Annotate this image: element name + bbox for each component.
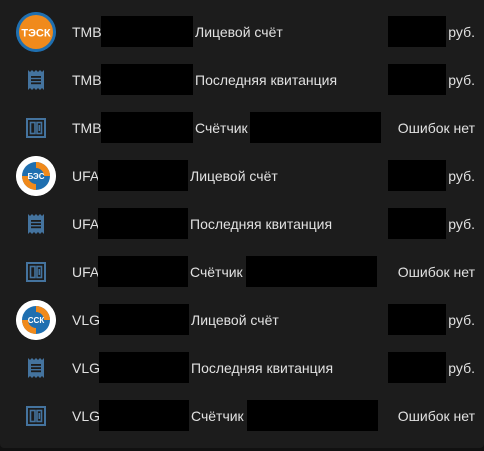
entity-state: руб. bbox=[448, 168, 475, 184]
entity-label: Счётчик bbox=[191, 408, 244, 424]
ssk-logo-icon: ССК bbox=[16, 300, 56, 340]
entity-state: Ошибок нет bbox=[397, 120, 475, 136]
redacted-value bbox=[388, 160, 446, 191]
entity-label: Счётчик bbox=[195, 120, 248, 136]
entity-row-tmb-meter[interactable]: TMB Счётчик Ошибок нет bbox=[0, 104, 484, 152]
entity-row-vlg-receipt[interactable]: VLG Последняя квитанция руб. bbox=[0, 344, 484, 392]
entity-label: Лицевой счёт bbox=[190, 168, 278, 184]
entity-row-ufa-meter[interactable]: UFA Счётчик Ошибок нет bbox=[0, 248, 484, 296]
entity-label: Последняя квитанция bbox=[195, 72, 338, 88]
tesk-logo-icon: ТЭСК bbox=[16, 12, 56, 52]
entity-row-tmb-account[interactable]: ТЭСК TMB Лицевой счёт руб. bbox=[0, 8, 484, 56]
ssk-logo-text: ССК bbox=[28, 316, 45, 325]
entity-prefix: VLG bbox=[72, 312, 101, 328]
redacted-block bbox=[101, 112, 193, 143]
tesk-logo-text: ТЭСК bbox=[21, 28, 50, 40]
redacted-block bbox=[99, 304, 189, 335]
receipt-icon bbox=[16, 204, 56, 244]
receipt-icon bbox=[16, 348, 56, 388]
entity-prefix: UFA bbox=[72, 264, 100, 280]
entity-prefix: TMB bbox=[72, 72, 102, 88]
entity-state: Ошибок нет bbox=[397, 408, 475, 424]
redacted-block bbox=[99, 400, 189, 431]
receipt-icon bbox=[16, 60, 56, 100]
entity-row-ufa-receipt[interactable]: UFA Последняя квитанция руб. bbox=[0, 200, 484, 248]
entity-state: руб. bbox=[448, 312, 475, 328]
meter-icon bbox=[16, 396, 56, 436]
redacted-value bbox=[388, 64, 446, 95]
redacted-block bbox=[98, 160, 188, 191]
entity-prefix: UFA bbox=[72, 168, 100, 184]
redacted-value bbox=[250, 112, 381, 143]
entity-state: руб. bbox=[448, 216, 475, 232]
entity-label: Лицевой счёт bbox=[195, 24, 283, 40]
entity-state: руб. bbox=[448, 360, 475, 376]
redacted-value bbox=[388, 208, 446, 239]
meter-icon bbox=[16, 108, 56, 148]
entity-prefix: TMB bbox=[72, 120, 102, 136]
entity-prefix: TMB bbox=[72, 24, 102, 40]
redacted-block bbox=[98, 256, 188, 287]
entity-prefix: UFA bbox=[72, 216, 100, 232]
entity-row-vlg-meter[interactable]: VLG Счётчик Ошибок нет bbox=[0, 392, 484, 440]
entity-prefix: VLG bbox=[72, 360, 101, 376]
redacted-block bbox=[101, 16, 193, 47]
entity-row-vlg-account[interactable]: ССК VLG Лицевой счёт руб. bbox=[0, 296, 484, 344]
entity-label: Последняя квитанция bbox=[190, 216, 333, 232]
redacted-value bbox=[388, 16, 446, 47]
redacted-block bbox=[101, 64, 193, 95]
redacted-value bbox=[388, 304, 446, 335]
entity-row-tmb-receipt[interactable]: TMB Последняя квитанция руб. bbox=[0, 56, 484, 104]
entity-state: руб. bbox=[448, 72, 475, 88]
entity-state: руб. bbox=[448, 24, 475, 40]
redacted-value bbox=[388, 352, 446, 383]
redacted-value bbox=[247, 400, 378, 431]
bes-logo-text: БЭС bbox=[27, 172, 44, 181]
entities-card: ТЭСК TMB Лицевой счёт руб. TMB Последняя… bbox=[0, 0, 484, 448]
meter-icon bbox=[16, 252, 56, 292]
entity-label: Счётчик bbox=[190, 264, 243, 280]
entity-prefix: VLG bbox=[72, 408, 101, 424]
entity-state: Ошибок нет bbox=[397, 264, 475, 280]
entity-label: Последняя квитанция bbox=[191, 360, 334, 376]
bes-logo-icon: БЭС bbox=[16, 156, 56, 196]
entity-row-ufa-account[interactable]: БЭС UFA Лицевой счёт руб. bbox=[0, 152, 484, 200]
redacted-value bbox=[246, 256, 377, 287]
entity-label: Лицевой счёт bbox=[191, 312, 279, 328]
redacted-block bbox=[99, 352, 189, 383]
redacted-block bbox=[98, 208, 188, 239]
